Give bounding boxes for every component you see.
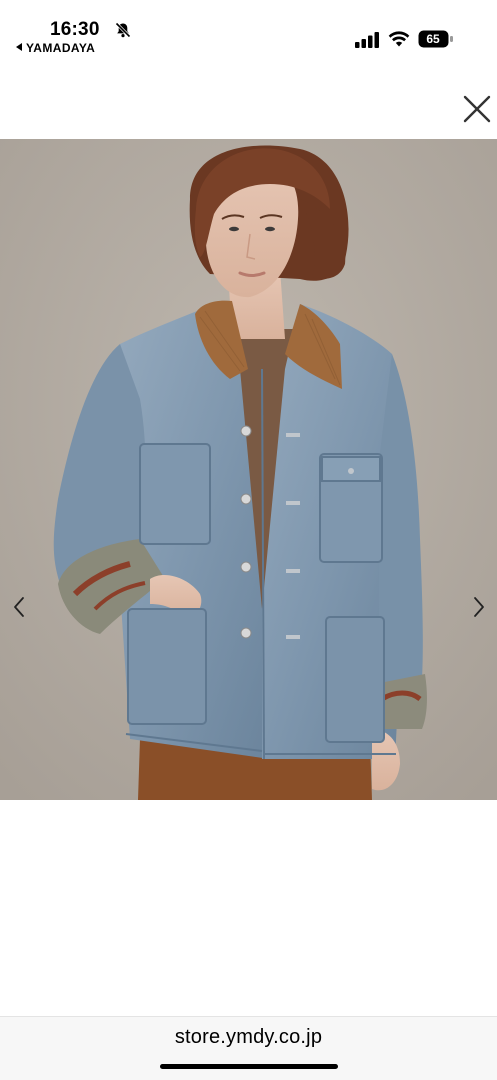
product-photo: [0, 139, 497, 800]
product-image[interactable]: [0, 139, 497, 800]
home-indicator[interactable]: [160, 1064, 338, 1069]
chevron-left-icon[interactable]: [8, 594, 30, 620]
signal-icon: [355, 32, 379, 48]
back-app-label: YAMADAYA: [26, 41, 96, 55]
screen: 16:30 YAMADAYA 65 store.ymdy.co.jp: [0, 0, 497, 1080]
chevron-right-icon[interactable]: [468, 594, 490, 620]
address-url[interactable]: store.ymdy.co.jp: [0, 1026, 497, 1049]
wifi-icon: [388, 31, 410, 47]
back-arrow-icon: [16, 43, 22, 51]
status-time: 16:30: [50, 19, 100, 40]
close-icon[interactable]: [460, 92, 494, 126]
battery-level: 65: [426, 32, 440, 46]
back-to-app-link[interactable]: YAMADAYA: [16, 41, 95, 55]
status-bar: 16:30 YAMADAYA 65: [0, 0, 497, 60]
bell-slash-icon: [115, 22, 131, 38]
